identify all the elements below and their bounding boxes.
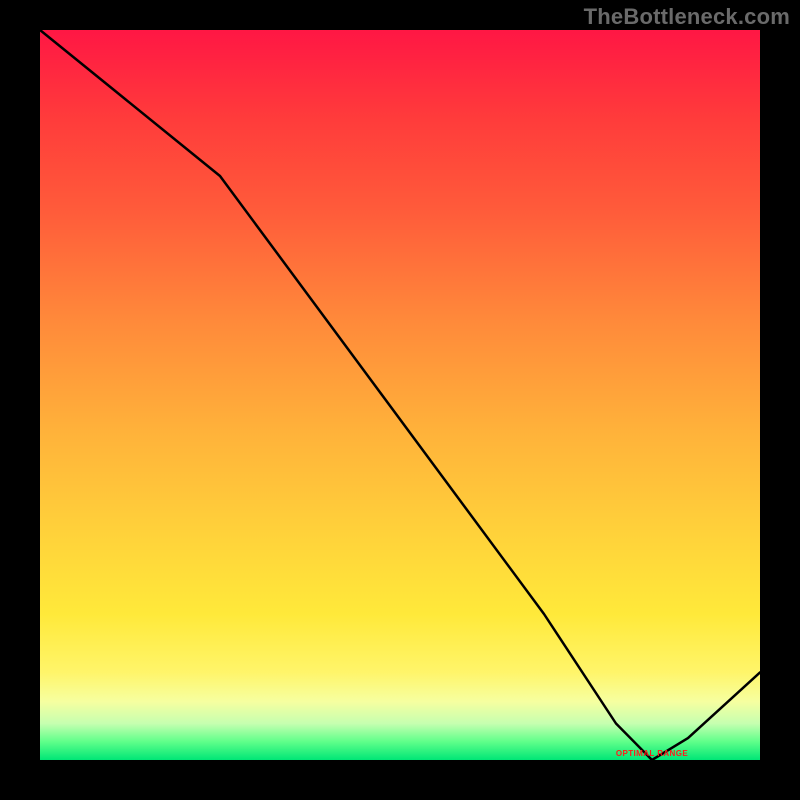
- optimal-range-label: OPTIMAL RANGE: [616, 749, 688, 758]
- watermark-text: TheBottleneck.com: [584, 4, 790, 30]
- plot-area: OPTIMAL RANGE: [40, 30, 760, 760]
- plot-svg: [40, 30, 760, 760]
- chart-frame: TheBottleneck.com OPTIMAL RANGE: [0, 0, 800, 800]
- bottleneck-curve: [40, 30, 760, 760]
